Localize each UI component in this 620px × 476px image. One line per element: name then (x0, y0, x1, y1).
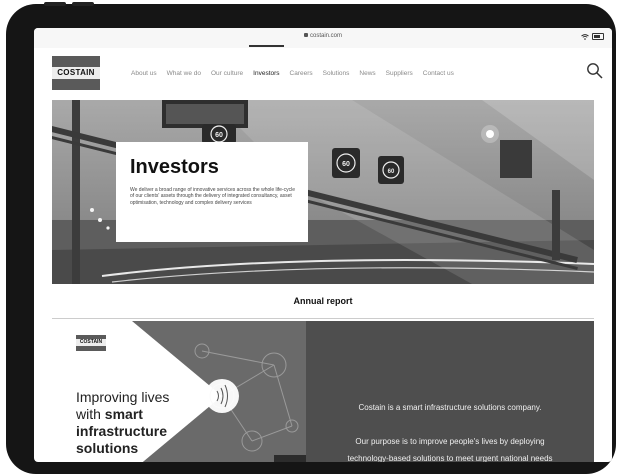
search-icon[interactable] (586, 62, 604, 80)
nav-item-about-us[interactable]: About us (131, 70, 157, 77)
tablet-frame: costain.com COSTAIN About us What we do … (6, 2, 616, 474)
nav-item-suppliers[interactable]: Suppliers (386, 70, 413, 77)
logo-text: COSTAIN (52, 67, 100, 79)
main-nav: About us What we do Our culture Investor… (131, 45, 464, 77)
slogan-line-1: Improving lives (76, 389, 170, 405)
url-bar[interactable]: costain.com (34, 33, 612, 39)
browser-status-bar: costain.com (34, 28, 612, 48)
url-text: costain.com (309, 33, 342, 39)
report-cover: COSTAIN Improving lives with smart infra… (52, 321, 306, 462)
slogan-bold: smart (104, 406, 143, 422)
speed-sign-2: 60 (342, 161, 350, 168)
volume-button (44, 2, 66, 6)
speed-sign-1: 60 (215, 132, 223, 139)
nav-item-investors[interactable]: Investors (249, 45, 284, 77)
site-header: COSTAIN About us What we do Our culture … (34, 45, 612, 100)
report-summary: Costain is a smart infrastructure soluti… (306, 321, 594, 462)
slogan-line-2: with smart (76, 406, 216, 423)
purpose-line-2: technology-based solutions to meet urgen… (347, 454, 553, 462)
report-slogan: Improving lives with smart infrastructur… (76, 389, 216, 457)
wifi-icon (581, 33, 589, 40)
screen: costain.com COSTAIN About us What we do … (34, 28, 612, 462)
nav-item-our-culture[interactable]: Our culture (211, 70, 243, 77)
annual-report-banner[interactable]: COSTAIN Improving lives with smart infra… (52, 321, 594, 462)
nav-item-careers[interactable]: Careers (290, 70, 313, 77)
company-summary: Costain is a smart infrastructure soluti… (358, 403, 542, 412)
nav-item-solutions[interactable]: Solutions (323, 70, 350, 77)
slogan-line-3: infrastructure (76, 423, 168, 439)
status-icons (581, 33, 604, 40)
costain-logo[interactable]: COSTAIN (52, 56, 100, 90)
page-title: Investors (130, 156, 219, 178)
annual-report-heading: Annual report (293, 296, 353, 306)
report-logo-text: COSTAIN (76, 339, 106, 346)
nav-item-news[interactable]: News (359, 70, 375, 77)
speed-sign-3: 60 (388, 169, 395, 175)
hero-card: Investors We deliver a broad range of in… (116, 142, 308, 242)
slogan-line-4: solutions (76, 440, 139, 456)
slogan-prefix: with (76, 406, 105, 422)
volume-button (72, 2, 94, 6)
purpose-line-1: Our purpose is to improve people's lives… (355, 437, 545, 446)
lock-icon (303, 33, 308, 38)
hero-banner: 60 60 60 Investors We deliver a broad ra… (52, 100, 594, 284)
divider (52, 318, 594, 319)
nav-item-contact-us[interactable]: Contact us (423, 70, 454, 77)
report-logo: COSTAIN (76, 335, 106, 351)
hero-description: We deliver a broad range of innovative s… (130, 187, 295, 206)
battery-icon (592, 33, 604, 40)
nav-item-what-we-do[interactable]: What we do (167, 70, 201, 77)
